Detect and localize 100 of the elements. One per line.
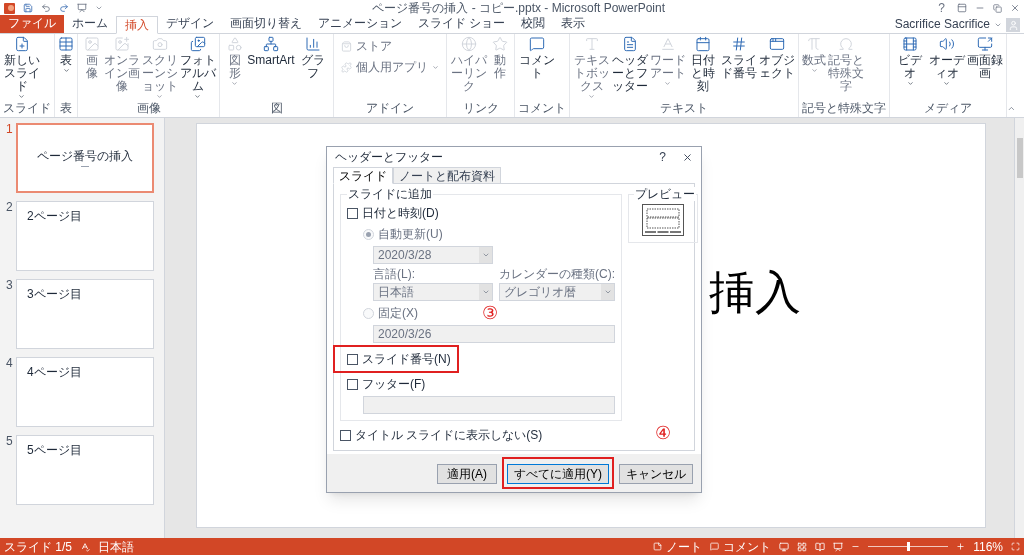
notes-button[interactable]: ノート <box>666 539 703 554</box>
field-label: カレンダーの種類(C): <box>499 267 615 281</box>
group-label: 表 <box>59 102 73 117</box>
scrollbar[interactable] <box>1014 118 1024 538</box>
fit-to-window-icon[interactable] <box>1011 542 1020 551</box>
slide-thumbnail[interactable]: 4ページ目 <box>16 357 154 427</box>
zoom-thumb[interactable] <box>907 542 911 551</box>
comment-icon <box>528 36 545 52</box>
slideshow-icon[interactable] <box>833 541 844 552</box>
new-slide-icon <box>13 36 30 52</box>
ribbon-button[interactable]: コメント <box>518 36 556 80</box>
ribbon-button[interactable]: 新しいスライド <box>3 36 40 100</box>
caret-icon[interactable] <box>95 4 103 12</box>
caret-icon <box>231 80 239 87</box>
ribbon-button[interactable]: ヘッダーとフッター <box>611 36 649 93</box>
caret-icon <box>18 93 25 100</box>
checkbox[interactable] <box>340 429 351 441</box>
film-icon <box>902 36 919 52</box>
language-indicator[interactable]: 日本語 <box>98 539 134 554</box>
ribbon-display-icon[interactable] <box>957 3 967 13</box>
proofing-icon[interactable] <box>80 541 90 552</box>
ribbon-tab[interactable]: デザイン <box>158 15 222 33</box>
radio-label: 固定(X) <box>378 305 418 322</box>
subtitle-line <box>81 166 89 167</box>
ribbon-button[interactable]: ビデオ <box>893 36 928 87</box>
slide-thumbnail[interactable]: 3ページ目 <box>16 279 154 349</box>
comments-button[interactable]: コメント <box>723 539 772 554</box>
slide-thumbnail[interactable]: 2ページ目 <box>16 201 154 271</box>
ribbon-tab[interactable]: 表示 <box>553 15 594 33</box>
zoom-slider[interactable] <box>868 541 949 552</box>
ribbon-button[interactable]: 画面録画 <box>966 36 1004 80</box>
ribbon-tab[interactable]: 校閲 <box>513 15 554 33</box>
ribbon-tab[interactable]: 画面切り替え <box>222 15 310 33</box>
checkbox[interactable] <box>347 207 358 219</box>
dialog-tab[interactable]: スライド <box>333 167 393 184</box>
dialog-button[interactable]: 適用(A) <box>437 464 497 484</box>
group-label: 記号と特殊文字 <box>802 102 887 117</box>
slideshow-icon[interactable] <box>77 3 87 13</box>
ribbon-button[interactable]: SmartArt <box>247 36 295 67</box>
field-label: 言語(L): <box>373 267 416 281</box>
close-icon[interactable] <box>1010 3 1020 13</box>
ribbon-tab[interactable]: ホーム <box>64 15 116 33</box>
zoom-level[interactable]: 116% <box>973 539 1003 554</box>
thumbnail-title: ページ番号の挿入 <box>37 149 133 163</box>
caret-icon <box>588 93 596 100</box>
comment-icon[interactable] <box>710 542 720 551</box>
radio-label: 自動更新(U) <box>378 226 443 243</box>
group-label: テキスト <box>659 102 710 117</box>
ribbon-button[interactable]: グラフ <box>295 36 331 80</box>
slide-thumbnail[interactable]: 5ページ目 <box>16 435 154 505</box>
caret-icon <box>481 288 490 296</box>
ribbon-button[interactable]: フォトアルバム <box>179 36 217 100</box>
checkbox[interactable] <box>347 378 358 390</box>
caret-icon[interactable] <box>994 21 1002 29</box>
ribbon-button[interactable]: スライド番号 <box>720 36 758 80</box>
photo-album-icon <box>189 36 206 52</box>
ribbon-tab[interactable]: 挿入 <box>116 16 158 34</box>
close-icon[interactable] <box>682 151 693 163</box>
file-tab[interactable]: ファイル <box>0 15 64 33</box>
slide-number: 4 <box>6 357 14 372</box>
hash-icon <box>730 36 747 52</box>
table-icon <box>58 36 74 52</box>
collapse-ribbon-icon[interactable] <box>1007 104 1016 113</box>
ribbon-tab[interactable]: スライド ショー <box>410 15 514 33</box>
ribbon-tab[interactable]: アニメーション <box>310 15 410 33</box>
checkbox-label: 日付と時刻(D) <box>362 205 439 222</box>
footer-text-field[interactable] <box>363 396 615 414</box>
dialog-button[interactable]: キャンセル <box>619 464 693 484</box>
thumbnail-title: 5ページ目 <box>27 443 83 457</box>
checkbox-label: フッター(F) <box>362 376 426 393</box>
group-label: 画像 <box>135 102 162 117</box>
ribbon-button[interactable]: オーディオ <box>928 36 966 87</box>
slide-number: 3 <box>6 279 14 294</box>
help-button[interactable]: ? <box>934 1 949 15</box>
app-logo-icon <box>4 2 15 14</box>
dialog-button[interactable]: すべてに適用(Y) <box>507 464 609 484</box>
help-button[interactable]: ? <box>651 148 674 166</box>
undo-icon[interactable] <box>41 3 51 13</box>
notes-icon[interactable] <box>653 542 663 551</box>
slide-thumbnail[interactable]: ページ番号の挿入 <box>16 123 154 193</box>
user-name[interactable]: Sacrifice Sacrifice <box>894 17 990 31</box>
checkbox-label: タイトル スライドに表示しない(S) <box>355 427 543 444</box>
slide-indicator: スライド 1/5 <box>4 539 72 554</box>
save-icon[interactable] <box>23 3 33 13</box>
window-title: ページ番号の挿入 - コピー.pptx - Microsoft PowerPoint <box>372 1 665 15</box>
ribbon-button[interactable]: 表 <box>58 36 74 74</box>
ribbon-button[interactable]: 日付と時刻 <box>687 36 720 93</box>
grid-view-icon[interactable] <box>797 541 808 552</box>
reading-view-icon[interactable] <box>815 541 826 552</box>
restore-icon[interactable] <box>993 3 1002 13</box>
checkbox[interactable] <box>347 353 358 365</box>
thumbnail-title: 4ページ目 <box>27 365 83 379</box>
redo-icon[interactable] <box>59 3 69 13</box>
dialog-title: ヘッダーとフッター <box>335 149 444 166</box>
caret-icon <box>603 288 612 296</box>
thumbnail-title: 2ページ目 <box>27 209 83 223</box>
normal-view-icon[interactable] <box>779 541 790 552</box>
caret-icon <box>810 67 818 74</box>
zoom-in-icon[interactable] <box>956 542 966 551</box>
ribbon-button[interactable]: オブジェクト <box>758 36 796 80</box>
